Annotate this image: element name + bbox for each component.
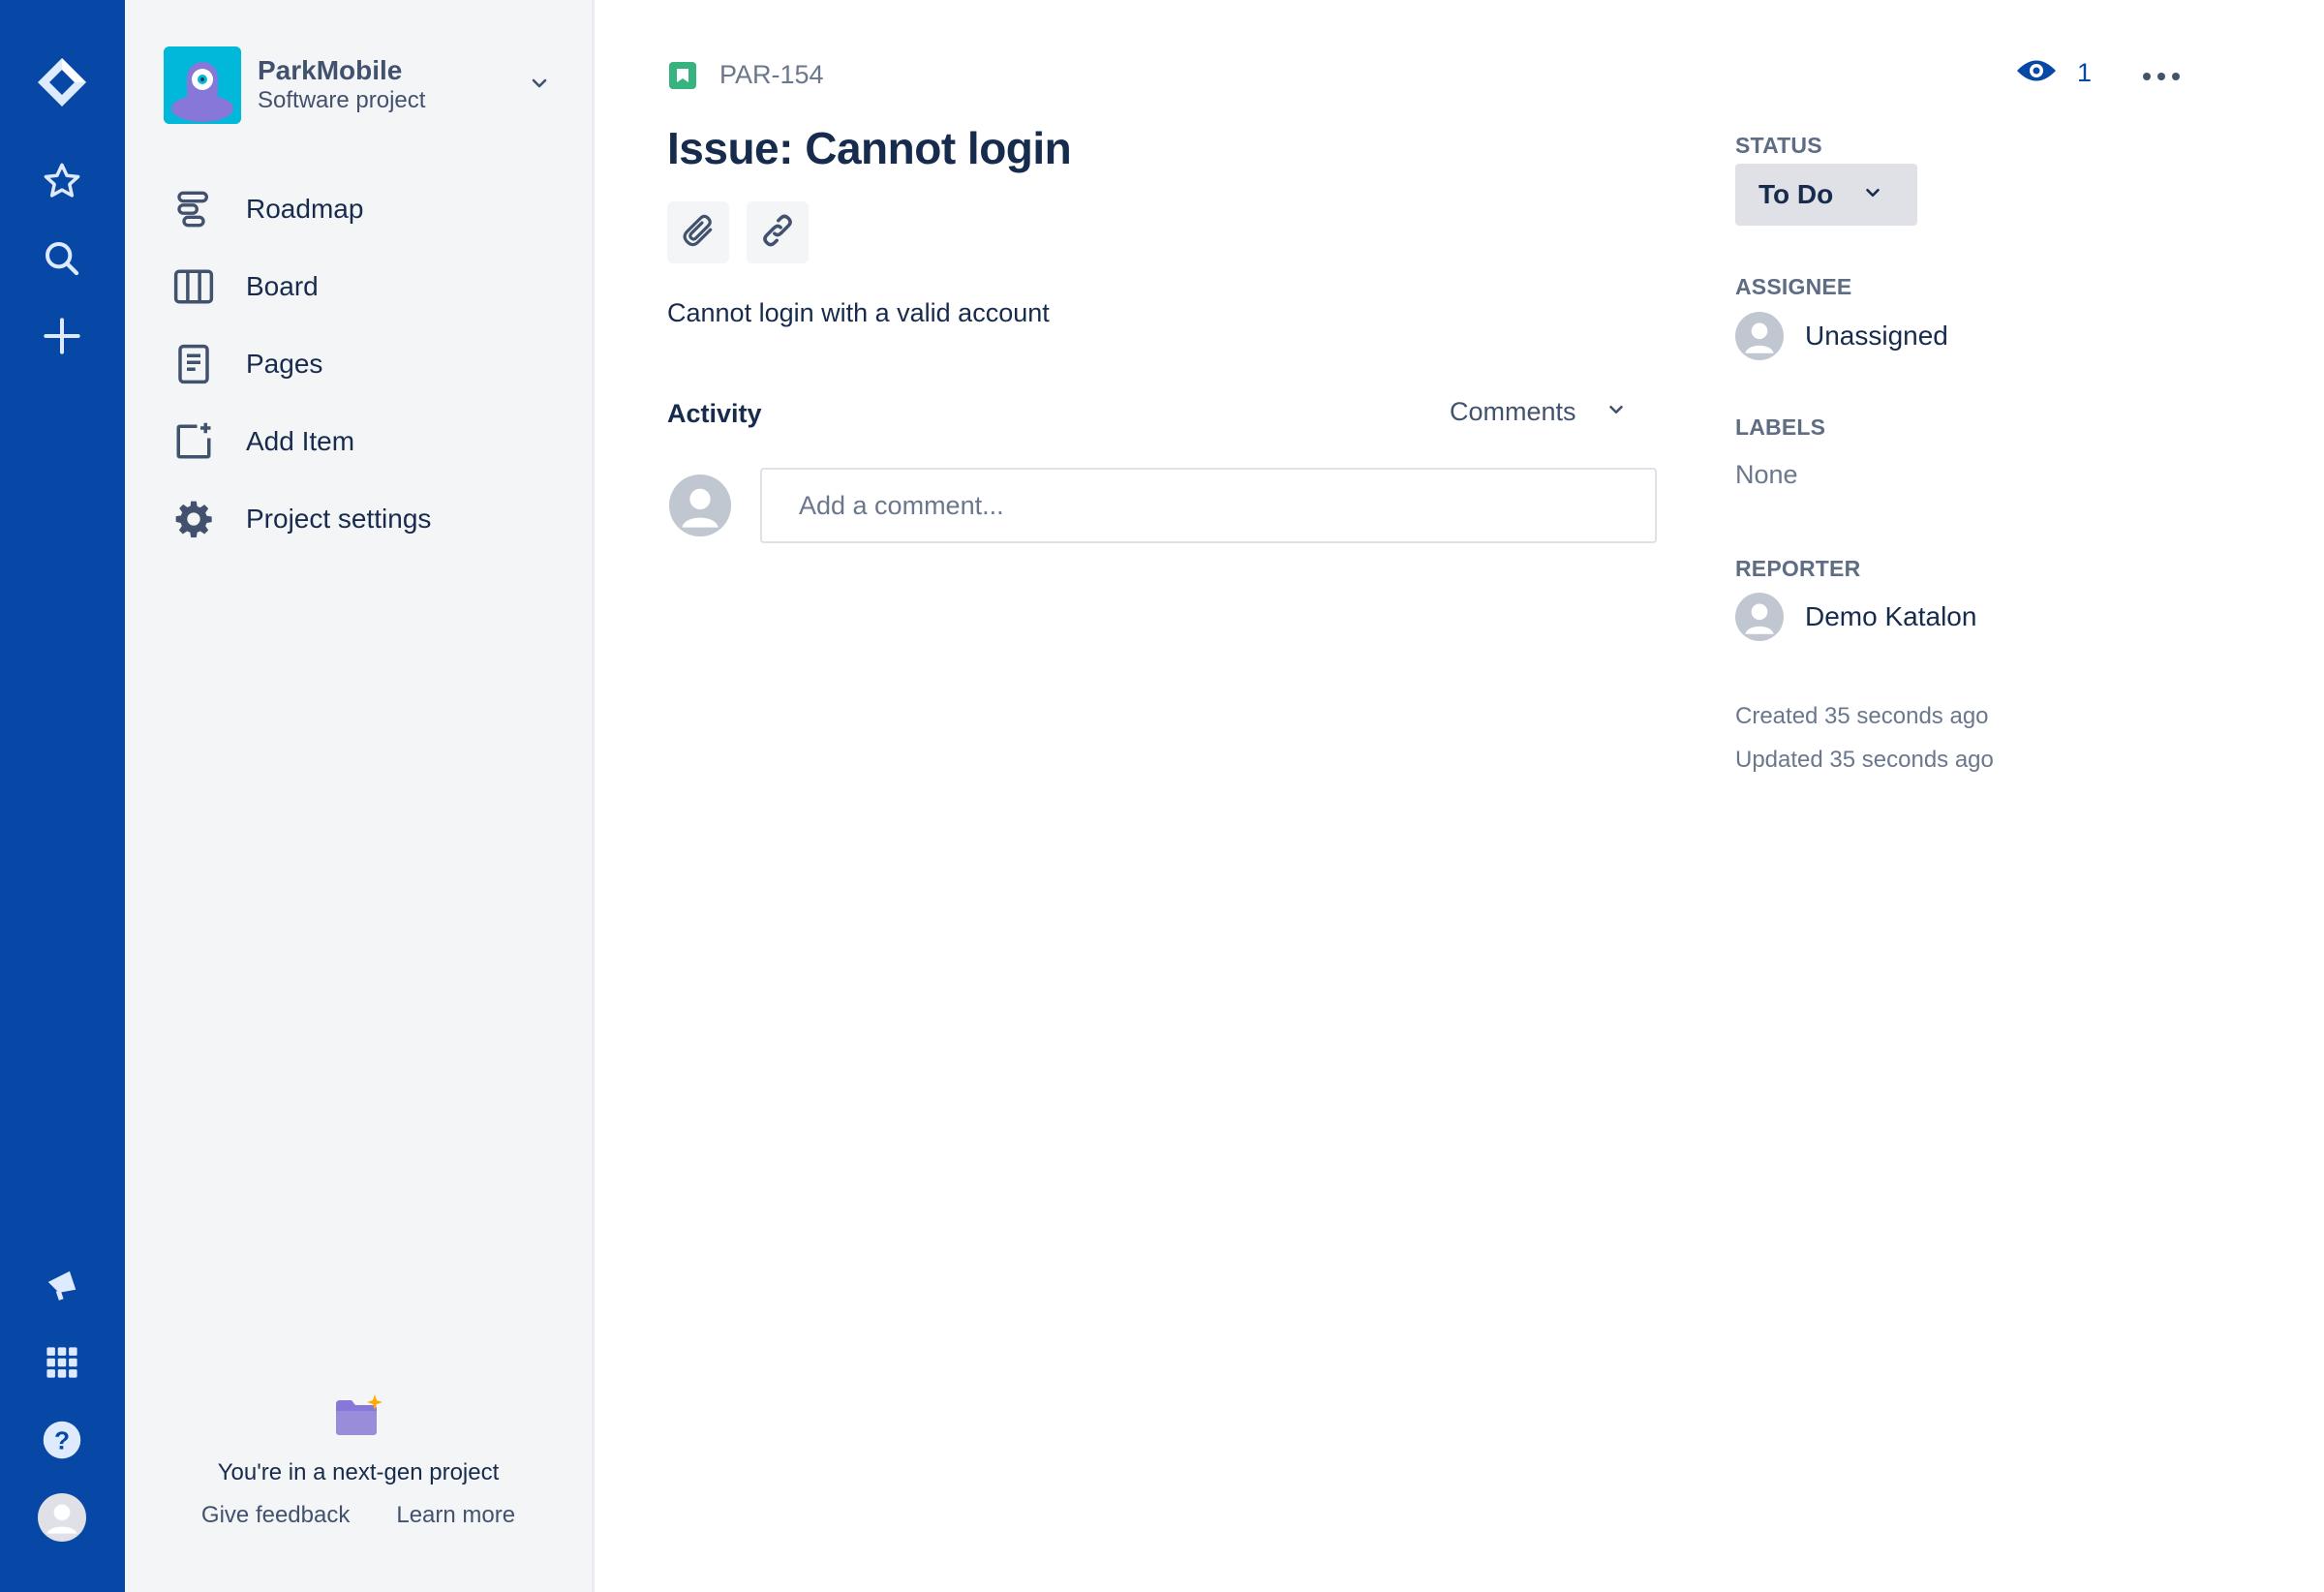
- link-icon: [759, 212, 796, 254]
- user-avatar: [669, 475, 731, 536]
- sidebar-item-label: Project settings: [246, 504, 432, 534]
- learn-more-link[interactable]: Learn more: [396, 1502, 515, 1529]
- sidebar-item-add-item[interactable]: Add Item: [164, 411, 561, 473]
- star-icon[interactable]: [30, 149, 94, 213]
- assignee-avatar: [1735, 312, 1784, 360]
- eye-icon: [2015, 56, 2058, 90]
- sidebar-item-label: Board: [246, 271, 319, 301]
- search-icon[interactable]: [30, 227, 94, 291]
- assignee-value: Unassigned: [1805, 321, 1948, 351]
- jira-logo-icon[interactable]: [30, 50, 94, 114]
- reporter-value: Demo Katalon: [1805, 601, 1977, 631]
- sidebar-item-roadmap[interactable]: Roadmap: [164, 178, 561, 240]
- activity-heading: Activity: [667, 399, 762, 428]
- reporter-label: REPORTER: [1735, 556, 1861, 581]
- chevron-down-icon: [1605, 399, 1627, 425]
- sidebar-item-pages[interactable]: Pages: [164, 333, 561, 395]
- issue-description[interactable]: Cannot login with a valid account: [667, 298, 1050, 328]
- issue-key: PAR-154: [719, 60, 824, 89]
- project-type: Software project: [258, 87, 426, 113]
- give-feedback-link[interactable]: Give feedback: [201, 1502, 350, 1529]
- reporter-avatar: [1735, 593, 1784, 641]
- watcher-count: 1: [2077, 58, 2093, 87]
- profile-avatar-icon[interactable]: [30, 1485, 94, 1549]
- updated-timestamp: Updated 35 seconds ago: [1735, 747, 1994, 773]
- project-sidebar: ParkMobile Software project Roadmap Boar…: [125, 0, 595, 1592]
- attach-button[interactable]: [667, 201, 729, 263]
- issue-title[interactable]: Issue: Cannot login: [667, 122, 1072, 174]
- created-timestamp: Created 35 seconds ago: [1735, 703, 1989, 729]
- status-value: To Do: [1758, 179, 1834, 209]
- global-navigation: ?: [0, 0, 125, 1592]
- link-issue-button[interactable]: [747, 201, 809, 263]
- status-label: STATUS: [1735, 133, 1822, 158]
- sidebar-item-board[interactable]: Board: [164, 256, 561, 318]
- breadcrumb[interactable]: PAR-154: [669, 60, 824, 90]
- watch-button[interactable]: 1: [2015, 56, 2092, 90]
- labels-label: LABELS: [1735, 414, 1826, 440]
- activity-filter-label: Comments: [1450, 397, 1576, 426]
- assignee-field[interactable]: Unassigned: [1735, 312, 1948, 360]
- sidebar-item-project-settings[interactable]: Project settings: [164, 488, 561, 550]
- add-item-icon: [169, 417, 218, 466]
- labels-value[interactable]: None: [1735, 460, 1798, 490]
- reporter-field[interactable]: Demo Katalon: [1735, 593, 1976, 641]
- next-gen-text: You're in a next-gen project: [217, 1459, 500, 1485]
- story-icon: [669, 61, 696, 89]
- sidebar-item-label: Add Item: [246, 426, 355, 456]
- project-avatar: [164, 46, 241, 124]
- pages-icon: [169, 340, 218, 388]
- more-actions-button[interactable]: [2132, 58, 2190, 97]
- gear-icon: [169, 495, 218, 543]
- project-switcher[interactable]: ParkMobile Software project: [164, 45, 561, 126]
- status-dropdown[interactable]: To Do: [1735, 164, 1917, 226]
- svg-text:?: ?: [54, 1426, 70, 1455]
- more-icon: [2142, 69, 2181, 86]
- megaphone-icon[interactable]: [30, 1253, 94, 1317]
- app-switcher-icon[interactable]: [30, 1331, 94, 1394]
- chevron-down-icon: [1862, 182, 1883, 208]
- issue-view: PAR-154 Issue: Cannot login Cannot login…: [592, 0, 2324, 1592]
- help-icon[interactable]: ?: [30, 1408, 94, 1472]
- project-name: ParkMobile: [258, 55, 403, 85]
- next-gen-footer: You're in a next-gen project Give feedba…: [125, 1394, 592, 1529]
- paperclip-icon: [680, 212, 717, 254]
- roadmap-icon: [169, 185, 218, 233]
- chevron-down-icon: [528, 72, 551, 100]
- assignee-label: ASSIGNEE: [1735, 274, 1852, 299]
- sidebar-item-label: Pages: [246, 349, 323, 379]
- folder-sparkle-icon: [334, 1394, 382, 1442]
- sidebar-item-label: Roadmap: [246, 194, 364, 224]
- activity-filter-dropdown[interactable]: Comments: [1450, 397, 1627, 427]
- comment-input[interactable]: [760, 468, 1657, 543]
- board-icon: [169, 262, 218, 311]
- plus-icon[interactable]: [30, 304, 94, 368]
